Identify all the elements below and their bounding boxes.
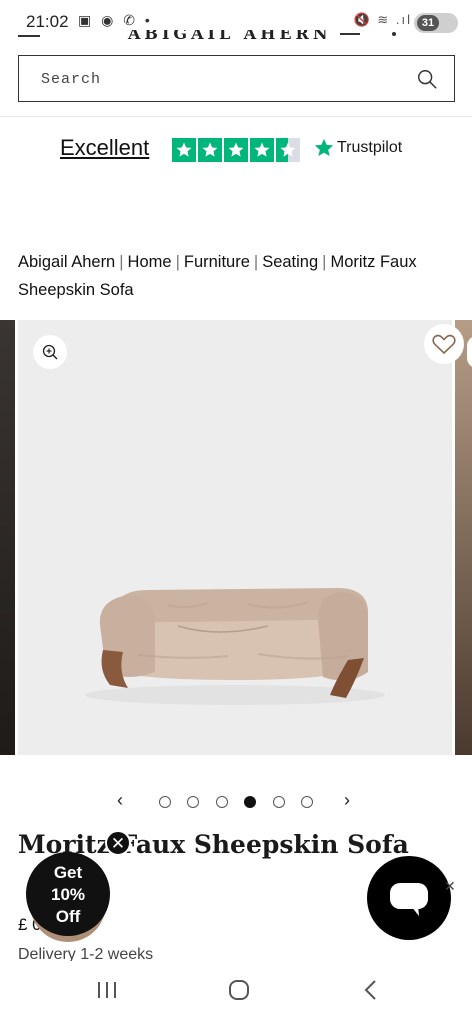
carousel-dot[interactable]: [187, 796, 199, 808]
account-icon[interactable]: [340, 33, 360, 35]
breadcrumb-separator: |: [322, 253, 327, 271]
carousel-nav: ‹ ›: [0, 790, 472, 814]
gallery-main-image[interactable]: [18, 320, 452, 755]
carousel-next-button[interactable]: ›: [344, 790, 350, 811]
sofa-image: [85, 588, 385, 705]
zoom-button[interactable]: [33, 335, 67, 369]
trustpilot-star-icon: [314, 138, 334, 157]
heart-icon: [432, 334, 456, 355]
chat-icon: [390, 883, 428, 916]
search-icon[interactable]: [416, 68, 438, 90]
star-icon: [198, 138, 222, 162]
back-icon[interactable]: [360, 978, 384, 1002]
status-time: 21:02: [26, 12, 69, 31]
breadcrumb-item-seating[interactable]: Seating: [262, 253, 318, 271]
carousel-dot-active[interactable]: [244, 796, 256, 808]
carousel-dot[interactable]: [216, 796, 228, 808]
search-input[interactable]: [41, 68, 401, 90]
star-icon: [224, 138, 248, 162]
wishlist-button[interactable]: [424, 324, 464, 364]
carousel-dot[interactable]: [159, 796, 171, 808]
notification-icons: ▣ ◉ ✆ •: [78, 12, 153, 28]
trustpilot-logo[interactable]: Trustpilot: [313, 137, 402, 159]
gallery-prev-slide[interactable]: [0, 320, 15, 755]
carousel-dot[interactable]: [301, 796, 313, 808]
search-bar[interactable]: [18, 55, 455, 102]
star-icon: [250, 138, 274, 162]
promo-line-1: Get: [53, 863, 83, 882]
trustpilot-rating-label[interactable]: Excellent: [60, 135, 149, 161]
next-slide-wishlist-button[interactable]: [467, 336, 472, 368]
zoom-icon: [42, 344, 58, 360]
breadcrumb-item-abigail-ahern[interactable]: Abigail Ahern: [18, 253, 115, 271]
promo-close-button[interactable]: ✕: [105, 830, 131, 856]
home-icon[interactable]: [227, 978, 251, 1002]
breadcrumb-separator: |: [253, 253, 259, 271]
product-gallery[interactable]: [0, 320, 472, 755]
promo-line-2: 10%: [50, 885, 86, 904]
wishlist-icon[interactable]: [392, 32, 396, 36]
android-nav-bar: [0, 962, 472, 1024]
breadcrumb-separator: |: [119, 253, 124, 271]
breadcrumb: Abigail Ahern | Home | Furniture | Seating | Mor…: [18, 248, 458, 304]
gallery-next-slide[interactable]: [455, 320, 472, 755]
trustpilot-brand: Trustpilot: [337, 139, 403, 156]
site-header: ABIGAIL AHERN: [0, 30, 472, 44]
carousel-dot[interactable]: [273, 796, 285, 808]
carousel-prev-button[interactable]: ‹: [117, 790, 123, 811]
site-logo[interactable]: ABIGAIL AHERN: [128, 30, 331, 43]
breadcrumb-separator: |: [175, 253, 180, 271]
delivery-info: Delivery 1-2 weeks: [18, 946, 154, 961]
chat-button[interactable]: [367, 856, 451, 940]
signal-icons: 🔇 ≋ .ıl: [353, 12, 412, 27]
half-star-icon: [276, 138, 300, 162]
menu-icon[interactable]: [18, 35, 40, 37]
battery-level: 31: [417, 15, 439, 31]
breadcrumb-item-furniture[interactable]: Furniture: [184, 253, 250, 271]
header-divider: [0, 116, 472, 117]
star-icon: [172, 138, 196, 162]
promo-line-3: Off: [55, 907, 81, 926]
chat-dismiss-button[interactable]: ✕: [444, 878, 456, 895]
discount-promo-button[interactable]: Get 10% Off: [26, 852, 110, 936]
trustpilot-stars: [172, 138, 300, 162]
recents-icon[interactable]: [95, 978, 119, 1002]
breadcrumb-item-home[interactable]: Home: [128, 253, 172, 271]
